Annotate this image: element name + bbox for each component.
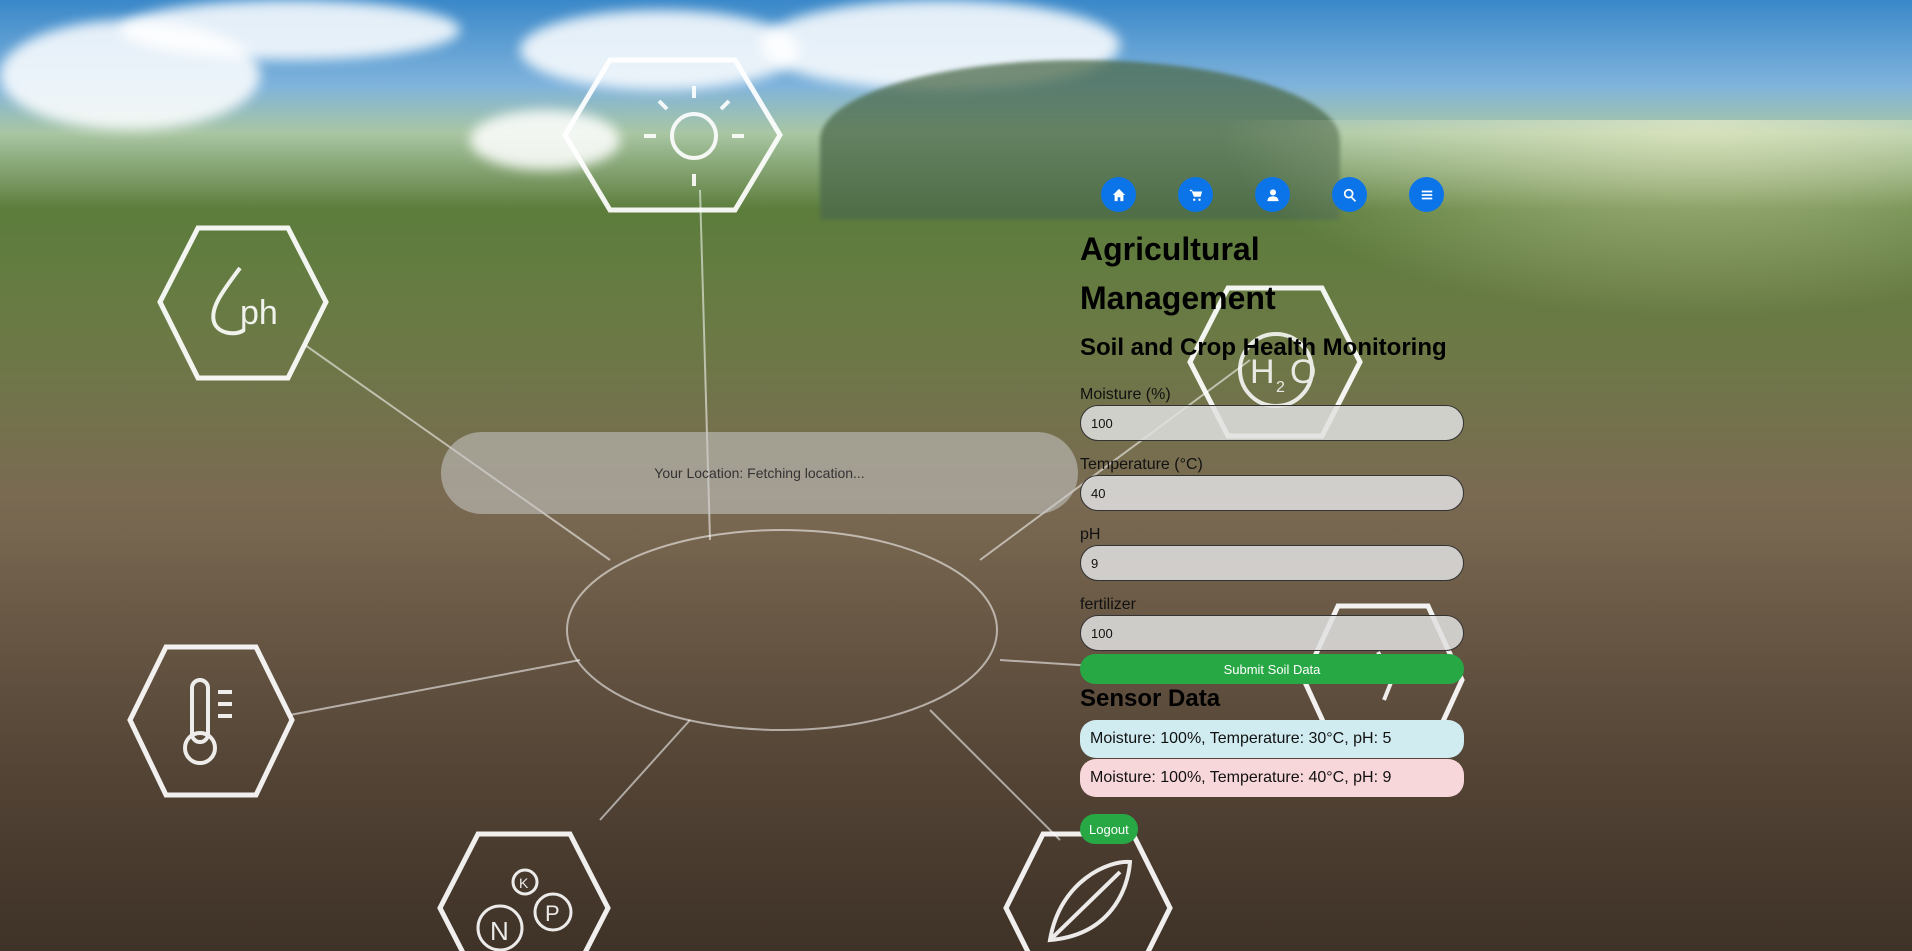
fertilizer-input[interactable] (1080, 615, 1464, 651)
svg-text:K: K (519, 875, 529, 891)
location-text: Your Location: Fetching location... (654, 465, 865, 481)
monitoring-panel: Agricultural Management Soil and Crop He… (1080, 225, 1464, 844)
svg-text:ph: ph (240, 294, 278, 332)
temperature-input[interactable] (1080, 475, 1464, 511)
home-button[interactable] (1101, 177, 1136, 212)
temperature-field-group: Temperature (°C) (1080, 455, 1464, 511)
menu-icon (1421, 190, 1432, 199)
location-banner: Your Location: Fetching location... (441, 432, 1078, 514)
logout-button[interactable]: Logout (1080, 814, 1138, 844)
npk-icon: N P K (476, 868, 573, 951)
top-nav (1101, 177, 1444, 212)
cart-button[interactable] (1178, 177, 1213, 212)
temperature-label: Temperature (°C) (1080, 456, 1203, 473)
sun-icon (644, 86, 744, 186)
leaf-hex (1003, 831, 1173, 951)
menu-button[interactable] (1409, 177, 1444, 212)
home-icon (1112, 188, 1125, 201)
ph-input[interactable] (1080, 545, 1464, 581)
thermometer-hex (127, 644, 295, 798)
soil-data-form: Moisture (%) Temperature (°C) pH fertili… (1080, 385, 1464, 684)
page-title: Agricultural Management (1080, 231, 1276, 316)
sensor-reading-item: Moisture: 100%, Temperature: 40°C, pH: 9 (1080, 759, 1464, 797)
sensor-data-heading: Sensor Data (1080, 685, 1221, 712)
thermometer-icon (183, 678, 232, 765)
svg-text:P: P (545, 901, 560, 926)
section-title: Soil and Crop Health Monitoring (1080, 334, 1447, 361)
user-icon (1266, 188, 1279, 201)
ph-field-group: pH (1080, 525, 1464, 581)
sensor-reading-item: Moisture: 100%, Temperature: 30°C, pH: 5 (1080, 720, 1464, 758)
ph-label: pH (1080, 526, 1101, 543)
moisture-input[interactable] (1080, 405, 1464, 441)
cart-icon (1189, 189, 1202, 201)
svg-text:N: N (490, 916, 509, 946)
leaf-icon (1047, 859, 1133, 943)
search-button[interactable] (1332, 177, 1367, 212)
search-icon (1343, 188, 1356, 202)
sensor-readings-list: Moisture: 100%, Temperature: 30°C, pH: 5… (1080, 720, 1464, 797)
submit-soil-data-button[interactable]: Submit Soil Data (1080, 654, 1464, 684)
user-button[interactable] (1255, 177, 1290, 212)
ph-icon: ph (211, 266, 278, 336)
moisture-label: Moisture (%) (1080, 386, 1171, 403)
fertilizer-field-group: fertilizer (1080, 595, 1464, 651)
fertilizer-label: fertilizer (1080, 596, 1137, 613)
moisture-field-group: Moisture (%) (1080, 385, 1464, 441)
